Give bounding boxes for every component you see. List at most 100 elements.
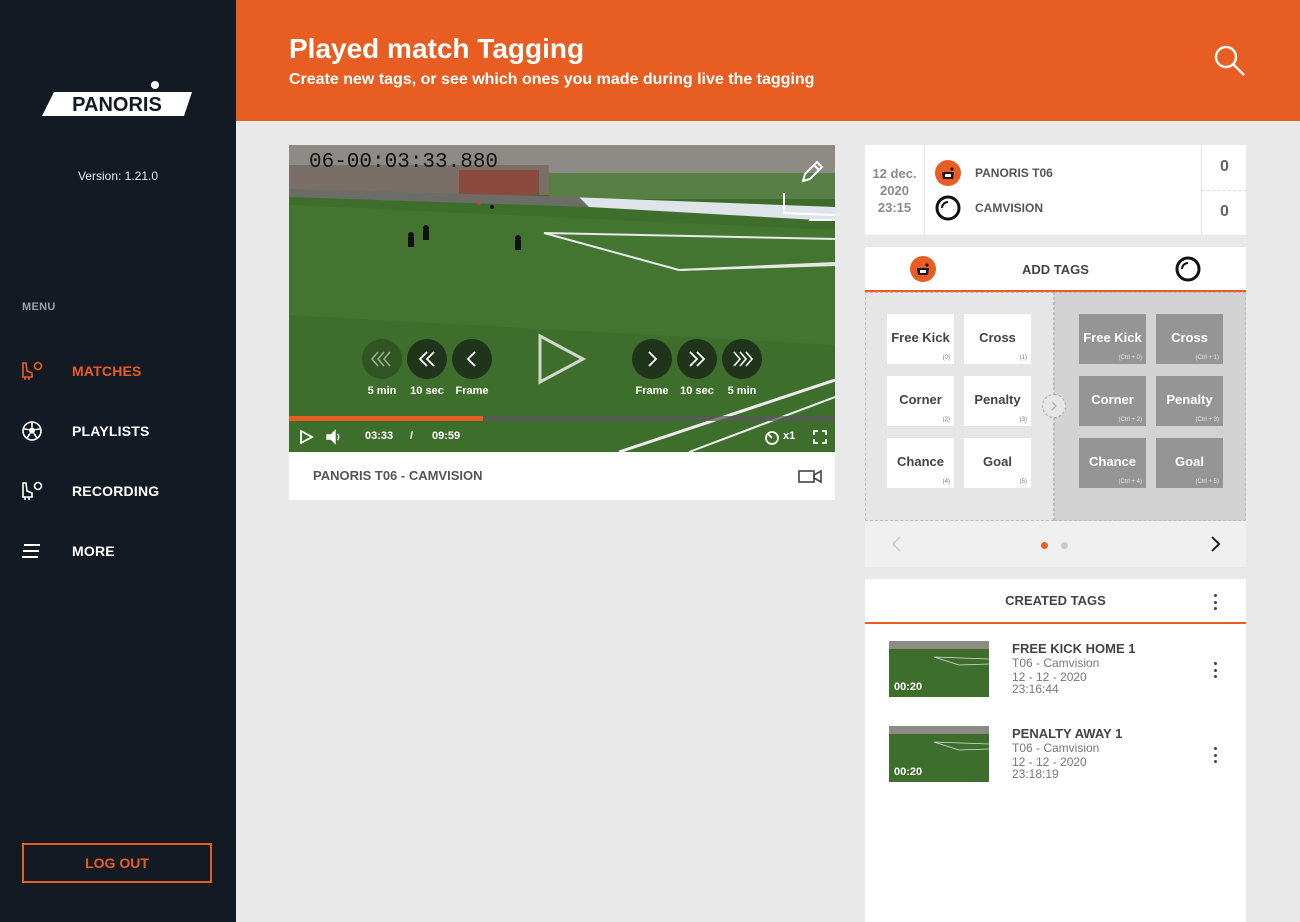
tag-button-home-corner[interactable]: Corner (2) [887, 376, 954, 426]
menu-title: MENU [22, 301, 56, 313]
panoris-team-icon [935, 160, 961, 186]
fullscreen-icon[interactable] [811, 428, 829, 446]
page-header: Played match Tagging Create new tags, or… [236, 0, 1300, 121]
chevron-right-icon[interactable] [1207, 535, 1223, 553]
playback-speed[interactable]: x1 [783, 430, 795, 442]
tag-button-home-chance[interactable]: Chance (4) [887, 438, 954, 488]
tag-title: FREE KICK HOME 1 [1012, 641, 1136, 656]
away-team-name: CAMVISION [975, 201, 1044, 215]
fwd-5min-button[interactable] [722, 339, 762, 379]
sidebar-item-matches[interactable]: MATCHES [20, 359, 142, 383]
match-date: 12 dec. 2020 23:15 [865, 145, 925, 235]
pager-dot-active[interactable] [1041, 542, 1048, 549]
list-item[interactable]: 00:20 FREE KICK HOME 1 T06 - Camvision 1… [889, 641, 1229, 699]
tag-button-home-cross[interactable]: Cross (1) [964, 314, 1031, 364]
sidebar-item-label: MATCHES [72, 363, 142, 379]
tag-duration: 00:20 [894, 766, 923, 778]
tag-button-home-free-kick[interactable]: Free Kick (0) [887, 314, 954, 364]
tag-button-away-free-kick[interactable]: Free Kick (Ctrl + 0) [1079, 314, 1146, 364]
back-frame-button[interactable] [452, 339, 492, 379]
tag-button-away-penalty[interactable]: Penalty (Ctrl + 3) [1156, 376, 1223, 426]
add-tags-panel: ADD TAGS Free Kick (0) Cross (1) Corner (2)… [865, 247, 1246, 567]
back-10sec-label: 10 sec [410, 385, 444, 397]
version-label: Version: 1.21.0 [77, 169, 159, 183]
tag-duration: 00:20 [894, 681, 923, 693]
video-title: PANORIS T06 - CAMVISION [313, 468, 483, 483]
add-tags-header: ADD TAGS [865, 247, 1246, 292]
sidebar-item-label: RECORDING [72, 483, 160, 499]
fwd-5min-label: 5 min [727, 385, 757, 397]
tag-button-home-penalty[interactable]: Penalty (3) [964, 376, 1031, 426]
camvision-team-icon[interactable] [1175, 256, 1201, 282]
panoris-logo[interactable]: PANORIS [42, 80, 192, 116]
home-team-name: PANORIS T06 [975, 166, 1053, 180]
back-frame-label: Frame [455, 385, 489, 397]
match-card: 12 dec. 2020 23:15 PANORIS T06 CAMVISION… [865, 145, 1247, 235]
sidebar-item-more[interactable]: MORE [20, 539, 115, 563]
video-control-bar: 03:33 / 09:59 x1 [289, 421, 835, 452]
tag-time: 23:18:19 [1012, 767, 1059, 781]
sidebar-item-label: PLAYLISTS [72, 423, 150, 439]
logo-text: PANORIS [72, 94, 162, 116]
speed-dial-icon[interactable] [763, 428, 781, 446]
tag-button-away-cross[interactable]: Cross (Ctrl + 1) [1156, 314, 1223, 364]
tags-pager [865, 521, 1246, 567]
fwd-10sec-button[interactable] [677, 339, 717, 379]
tag-source: T06 - Camvision [1012, 656, 1100, 670]
video-camera-icon[interactable] [797, 466, 823, 486]
video-timecode: 06-00:03:33.880 [309, 151, 499, 174]
chevron-right-icon [648, 351, 658, 367]
tag-thumbnail: 00:20 [889, 726, 989, 782]
tag-button-away-corner[interactable]: Corner (Ctrl + 2) [1079, 376, 1146, 426]
time-separator: / [410, 430, 414, 442]
more-options-icon[interactable] [1209, 659, 1221, 681]
home-team: PANORIS T06 [935, 160, 1053, 186]
play-small-icon[interactable] [297, 428, 315, 446]
sidebar-item-label: MORE [72, 543, 115, 559]
back-10sec-button[interactable] [407, 339, 447, 379]
pencil-icon[interactable] [799, 159, 825, 185]
back-5min-button[interactable] [362, 339, 402, 379]
volume-icon[interactable] [325, 428, 343, 446]
triple-chevron-left-icon [370, 351, 391, 367]
sidebar: PANORIS Version: 1.21.0 MENU MATCHES PLA… [0, 0, 236, 922]
created-tags-panel: CREATED TAGS 00:20 FREE KICK HOME 1 T06 … [865, 579, 1246, 922]
created-tags-title: CREATED TAGS [1005, 593, 1106, 608]
tag-button-away-goal[interactable]: Goal (Ctrl + 5) [1156, 438, 1223, 488]
tag-button-away-chance[interactable]: Chance (Ctrl + 4) [1079, 438, 1146, 488]
sidebar-item-recording[interactable]: RECORDING [20, 479, 159, 503]
fwd-frame-button[interactable] [632, 339, 672, 379]
scoreboard: 0 0 [1201, 145, 1247, 235]
more-options-icon[interactable] [1209, 591, 1221, 613]
created-tags-header: CREATED TAGS [865, 579, 1246, 624]
video-frame [289, 145, 835, 452]
triple-chevron-right-icon [733, 351, 754, 367]
fwd-frame-label: Frame [635, 385, 669, 397]
video-footer: PANORIS T06 - CAMVISION [289, 452, 835, 500]
video-player[interactable]: 06-00:03:33.880 5 min 10 sec Frame Frame… [289, 145, 835, 452]
home-score: 0 [1220, 158, 1229, 175]
more-options-icon[interactable] [1209, 744, 1221, 766]
tag-thumbnail: 00:20 [889, 641, 989, 697]
home-tags-area: Free Kick (0) Cross (1) Corner (2) Penalty(… [865, 292, 1054, 521]
logout-button[interactable]: LOG OUT [22, 843, 212, 883]
away-score: 0 [1220, 203, 1229, 220]
away-team: CAMVISION [935, 195, 1043, 221]
sidebar-item-playlists[interactable]: PLAYLISTS [20, 419, 150, 443]
play-icon[interactable] [535, 332, 587, 386]
list-item[interactable]: 00:20 PENALTY AWAY 1 T06 - Camvision 12 … [889, 726, 1229, 784]
swap-sides-icon[interactable] [1042, 394, 1066, 418]
pager-dot[interactable] [1061, 542, 1068, 549]
away-tags-area: Free Kick (Ctrl + 0) Cross (Ctrl + 1) Corn… [1054, 292, 1246, 521]
back-5min-label: 5 min [367, 385, 397, 397]
page-title: Played match Tagging [289, 33, 585, 64]
chevron-left-icon[interactable] [889, 535, 905, 553]
page-subtitle: Create new tags, or see which ones you m… [289, 71, 815, 88]
duration-time: 09:59 [432, 430, 461, 442]
tag-button-home-goal[interactable]: Goal (5) [964, 438, 1031, 488]
tag-title: PENALTY AWAY 1 [1012, 726, 1123, 741]
tag-time: 23:16:44 [1012, 682, 1059, 696]
camvision-team-icon [935, 195, 961, 221]
match-date-day: 12 dec. [872, 165, 917, 181]
search-icon[interactable] [1213, 44, 1247, 78]
